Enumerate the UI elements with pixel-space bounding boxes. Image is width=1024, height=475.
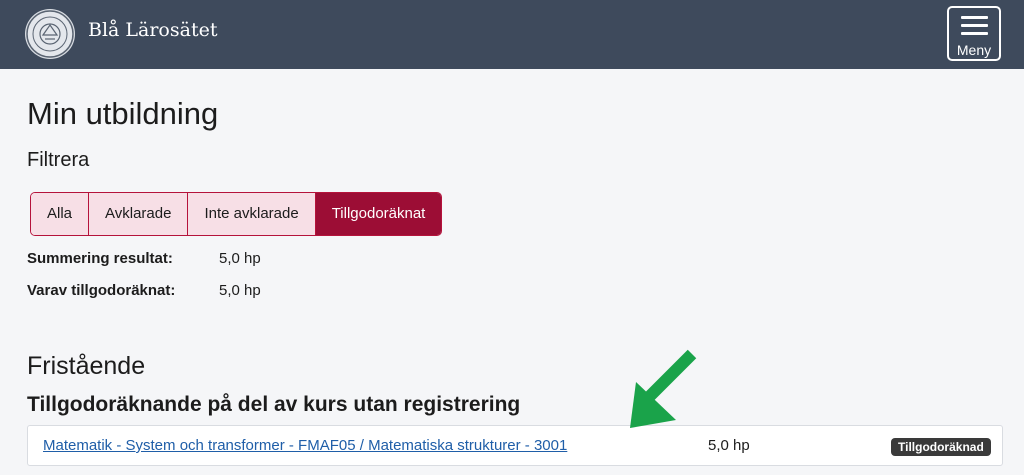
green-arrow-icon — [630, 349, 697, 428]
course-link[interactable]: Matematik - System och transformer - FMA… — [43, 437, 567, 454]
top-navigation-bar: Blå Lärosätet Meny — [0, 0, 1024, 69]
hamburger-icon — [961, 16, 988, 19]
course-credits: 5,0 hp — [708, 437, 750, 454]
filter-completed-button[interactable]: Avklarade — [89, 193, 189, 235]
course-list-item: Matematik - System och transformer - FMA… — [27, 425, 1003, 466]
filter-credited-button[interactable]: Tillgodoräknat — [315, 193, 442, 235]
summary-credited-value: 5,0 hp — [219, 282, 261, 299]
site-brand-name[interactable]: Blå Lärosätet — [88, 19, 217, 41]
status-badge: Tillgodoräknad — [891, 438, 991, 456]
menu-button[interactable]: Meny — [947, 6, 1001, 61]
university-seal-logo[interactable] — [25, 9, 75, 59]
page-title: Min utbildning — [27, 96, 219, 131]
filter-heading: Filtrera — [27, 149, 90, 171]
summary-total-label: Summering resultat: — [27, 250, 173, 267]
filter-not-completed-button[interactable]: Inte avklarade — [188, 193, 316, 235]
menu-button-label: Meny — [956, 42, 992, 58]
section-title: Fristående — [27, 352, 146, 380]
filter-all-button[interactable]: Alla — [31, 193, 90, 235]
summary-total-value: 5,0 hp — [219, 250, 261, 267]
subsection-title: Tillgodoräknande på del av kurs utan reg… — [27, 393, 521, 416]
summary-credited-label: Varav tillgodoräknat: — [27, 282, 176, 299]
filter-button-group: Alla Avklarade Inte avklarade Tillgodorä… — [30, 192, 443, 236]
